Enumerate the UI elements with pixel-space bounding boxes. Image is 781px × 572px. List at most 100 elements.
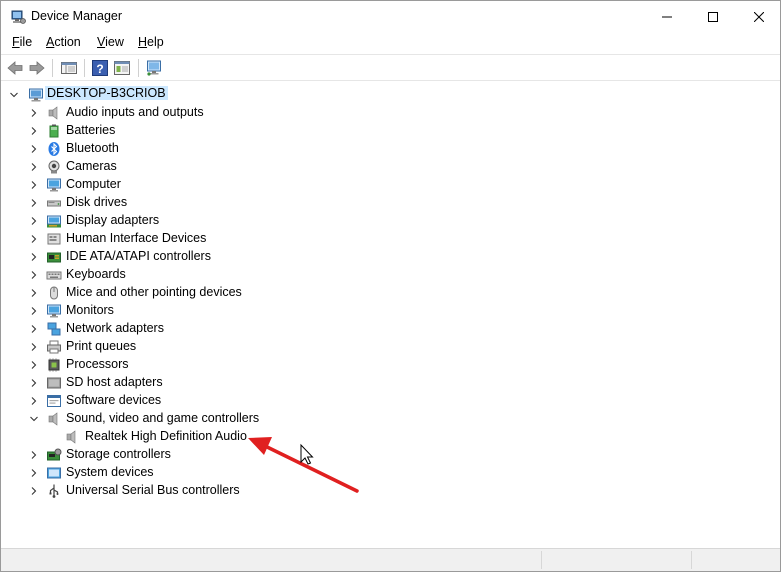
keyboard-icon [46, 271, 62, 280]
chevron-right-icon[interactable] [29, 216, 39, 226]
chevron-right-icon[interactable] [29, 378, 39, 388]
tree-node-label: Network adapters [66, 321, 164, 335]
tree-node-label: SD host adapters [66, 375, 163, 389]
tree-category-node[interactable]: Human Interface Devices [1, 230, 601, 248]
chevron-right-icon[interactable] [29, 342, 39, 352]
maximize-icon [708, 11, 718, 22]
tree-category-node[interactable]: Processors [1, 356, 601, 374]
minimize-icon [662, 16, 672, 17]
tree-category-node[interactable]: System devices [1, 464, 601, 482]
close-button[interactable] [736, 1, 780, 32]
properties-icon[interactable] [113, 59, 131, 77]
menu-view-label: iew [105, 35, 124, 49]
help-icon[interactable]: ? [91, 59, 109, 77]
maximize-button[interactable] [690, 1, 736, 32]
menu-help[interactable]: Help [138, 35, 164, 49]
chevron-right-icon[interactable] [29, 468, 39, 478]
tree-category-node[interactable]: Display adapters [1, 212, 601, 230]
printer-icon [47, 340, 61, 354]
show-hide-console-tree-icon[interactable] [60, 59, 78, 77]
monitor-icon [47, 178, 61, 192]
tree-category-node[interactable]: Keyboards [1, 266, 601, 284]
back-icon[interactable] [6, 59, 24, 77]
tree-category-node[interactable]: Computer [1, 176, 601, 194]
menu-view[interactable]: View [97, 35, 124, 49]
chevron-right-icon[interactable] [29, 450, 39, 460]
tree-category-node[interactable]: Disk drives [1, 194, 601, 212]
monitor-icon [47, 304, 61, 318]
speaker-icon [48, 106, 58, 120]
tree-category-node[interactable]: Audio inputs and outputs [1, 104, 601, 122]
menu-action[interactable]: Action [46, 35, 81, 49]
tree-node-label: Realtek High Definition Audio [85, 429, 247, 443]
menu-file-label: ile [19, 35, 33, 49]
chevron-right-icon[interactable] [29, 234, 39, 244]
svg-text:?: ? [96, 62, 103, 76]
chevron-right-icon[interactable] [29, 360, 39, 370]
mouse-icon [50, 286, 58, 300]
chevron-right-icon[interactable] [29, 306, 39, 316]
title-bar[interactable]: Device Manager [1, 1, 780, 32]
status-bar [1, 548, 780, 571]
menu-file[interactable]: File [12, 35, 32, 49]
tree-category-node[interactable]: Mice and other pointing devices [1, 284, 601, 302]
tree-category-node[interactable]: IDE ATA/ATAPI controllers [1, 248, 601, 266]
tree-root-node[interactable]: DESKTOP-B3CRIOB [1, 86, 601, 104]
forward-icon[interactable] [28, 59, 46, 77]
tree-category-node[interactable]: Software devices [1, 392, 601, 410]
tree-node-label: Sound, video and game controllers [66, 411, 260, 425]
chevron-right-icon[interactable] [29, 198, 39, 208]
chevron-right-icon[interactable] [29, 252, 39, 262]
device-manager-window: Device Manager File Action View Help ? D… [0, 0, 781, 572]
tree-node-label: Storage controllers [66, 447, 171, 461]
tree-category-node[interactable]: Print queues [1, 338, 601, 356]
tree-category-node[interactable]: Batteries [1, 122, 601, 140]
tree-node-label: Human Interface Devices [66, 231, 207, 245]
chevron-right-icon[interactable] [29, 270, 39, 280]
chevron-right-icon[interactable] [29, 144, 39, 154]
tree-node-label: Display adapters [66, 213, 160, 227]
chevron-right-icon[interactable] [29, 162, 39, 172]
chevron-right-icon[interactable] [29, 396, 39, 406]
tree-category-node[interactable]: Sound, video and game controllers [1, 410, 601, 428]
menu-file-mnemonic: F [12, 35, 20, 49]
toolbar-separator [138, 59, 139, 77]
chevron-right-icon[interactable] [29, 486, 39, 496]
tree-node-label: Keyboards [66, 267, 126, 281]
chevron-down-icon[interactable] [9, 90, 19, 100]
tree-node-label: Print queues [66, 339, 137, 353]
menu-help-label: elp [147, 35, 164, 49]
tree-category-node[interactable]: Bluetooth [1, 140, 601, 158]
chevron-right-icon[interactable] [29, 126, 39, 136]
tree-node-label: Software devices [66, 393, 162, 407]
device-tree[interactable]: DESKTOP-B3CRIOB Audio inputs and outputs B… [1, 83, 780, 547]
window-title: Device Manager [31, 9, 123, 23]
tree-category-node[interactable]: Universal Serial Bus controllers [1, 482, 601, 500]
software-device-icon [47, 395, 61, 407]
speaker-icon [66, 430, 76, 444]
tree-node-label: Processors [66, 357, 129, 371]
chevron-down-icon[interactable] [29, 414, 39, 424]
tree-category-node[interactable]: Network adapters [1, 320, 601, 338]
camera-icon [48, 160, 60, 174]
chevron-right-icon[interactable] [29, 324, 39, 334]
tree-device-node[interactable]: Realtek High Definition Audio [1, 428, 601, 446]
tree-node-label: Mice and other pointing devices [66, 285, 242, 299]
chevron-right-icon[interactable] [29, 288, 39, 298]
tree-root-label: DESKTOP-B3CRIOB [45, 86, 168, 100]
tree-node-label: Universal Serial Bus controllers [66, 483, 240, 497]
tree-category-node[interactable]: Cameras [1, 158, 601, 176]
sd-card-icon [47, 377, 61, 389]
menu-help-mnemonic: H [138, 35, 148, 49]
minimize-button[interactable] [644, 1, 690, 32]
toolbar: ? [1, 54, 780, 81]
tree-node-label: System devices [66, 465, 154, 479]
scan-hardware-icon[interactable] [145, 59, 163, 77]
device-manager-app-icon [11, 10, 26, 24]
tree-category-node[interactable]: SD host adapters [1, 374, 601, 392]
tree-category-node[interactable]: Storage controllers [1, 446, 601, 464]
ide-controller-icon [47, 252, 61, 263]
tree-category-node[interactable]: Monitors [1, 302, 601, 320]
chevron-right-icon[interactable] [29, 180, 39, 190]
chevron-right-icon[interactable] [29, 108, 39, 118]
